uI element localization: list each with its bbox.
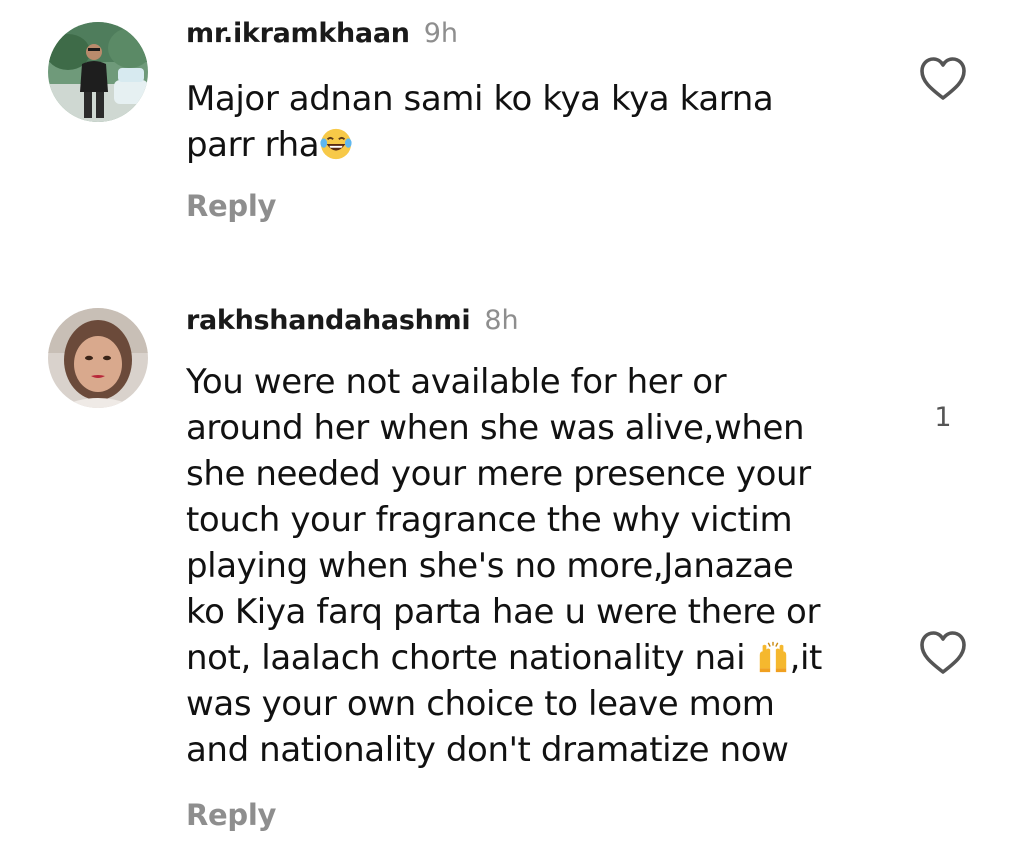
comment-line: around her when she was alive,when <box>186 408 805 448</box>
comment-line: and nationality don't dramatize now <box>186 730 789 770</box>
heart-outline-icon[interactable] <box>916 626 970 680</box>
comment-text: Major adnan sami ko kya kya karna parr r… <box>186 76 866 168</box>
comment-meta: rakhshandahashmi 8h <box>186 305 519 339</box>
comment-item: rakhshandahashmi 8h You were not availab… <box>0 290 1024 855</box>
comment-item: mr.ikramkhaan 9h Major adnan sami ko kya… <box>0 0 1024 250</box>
comment-line: was your own choice to leave mom <box>186 684 775 724</box>
comment-line: ko Kiya farq parta hae u were there or <box>186 592 821 632</box>
heart-outline-icon[interactable] <box>916 52 970 106</box>
comment-text: You were not available for her or around… <box>186 359 866 773</box>
reply-button[interactable]: Reply <box>186 189 276 223</box>
laughing-tears-emoji-icon <box>320 128 352 160</box>
comment-line: touch your fragrance the why victim <box>186 500 793 540</box>
comment-line: Major adnan sami ko kya kya karna <box>186 79 774 119</box>
comment-line: she needed your mere presence your <box>186 454 811 494</box>
like-count: 1 <box>934 402 952 433</box>
avatar-photo <box>48 308 148 408</box>
username[interactable]: rakhshandahashmi <box>186 305 471 336</box>
avatar[interactable] <box>48 22 148 122</box>
comment-line: You were not available for her or <box>186 362 727 402</box>
comment-line-with-emoji: not, laalach chorte nationality nai ,it <box>186 635 866 681</box>
comment-line: parr rha <box>186 125 320 165</box>
avatar-photo <box>48 22 148 122</box>
raising-hands-emoji-icon <box>759 641 786 673</box>
comment-meta: mr.ikramkhaan 9h <box>186 18 458 52</box>
comment-line: ,it <box>789 638 823 678</box>
username[interactable]: mr.ikramkhaan <box>186 18 410 49</box>
comment-time: 8h <box>484 305 519 336</box>
comment-line: playing when she's no more,Janazae <box>186 546 794 586</box>
reply-button[interactable]: Reply <box>186 798 276 832</box>
comment-line-with-emoji: parr rha <box>186 122 866 168</box>
comment-line: not, laalach chorte nationality nai <box>186 638 746 678</box>
comment-time: 9h <box>423 18 458 49</box>
avatar[interactable] <box>48 308 148 408</box>
